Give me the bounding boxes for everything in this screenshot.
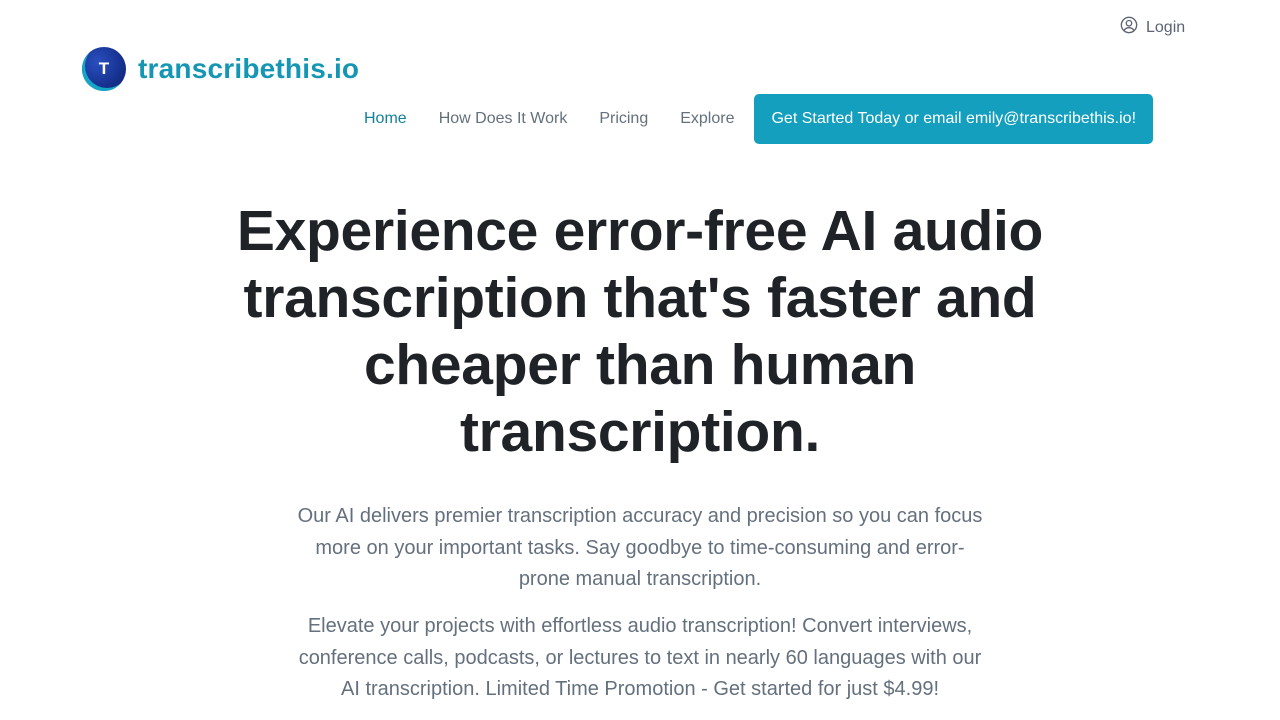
hero-title: Experience error-free AI audio transcrip… bbox=[236, 199, 1044, 464]
logo[interactable]: T transcribethis.io bbox=[82, 47, 359, 91]
logo-mark-icon: T bbox=[82, 47, 126, 91]
nav-how-does-it-work[interactable]: How Does It Work bbox=[423, 110, 584, 128]
hero-description: Our AI delivers premier transcription ac… bbox=[297, 505, 983, 590]
get-started-button[interactable]: Get Started Today or email emily@transcr… bbox=[754, 94, 1154, 144]
user-circle-icon bbox=[1120, 16, 1138, 39]
login-label: Login bbox=[1146, 18, 1186, 36]
logo-text: transcribethis.io bbox=[138, 53, 360, 84]
main-nav: Home How Does It Work Pricing Explore Ge… bbox=[348, 94, 1154, 144]
nav-home[interactable]: Home bbox=[348, 110, 423, 128]
nav-explore[interactable]: Explore bbox=[664, 110, 750, 128]
login-link[interactable]: Login bbox=[1120, 16, 1185, 39]
hero-promotion: Elevate your projects with effortless au… bbox=[298, 615, 982, 700]
nav-pricing[interactable]: Pricing bbox=[583, 110, 664, 128]
